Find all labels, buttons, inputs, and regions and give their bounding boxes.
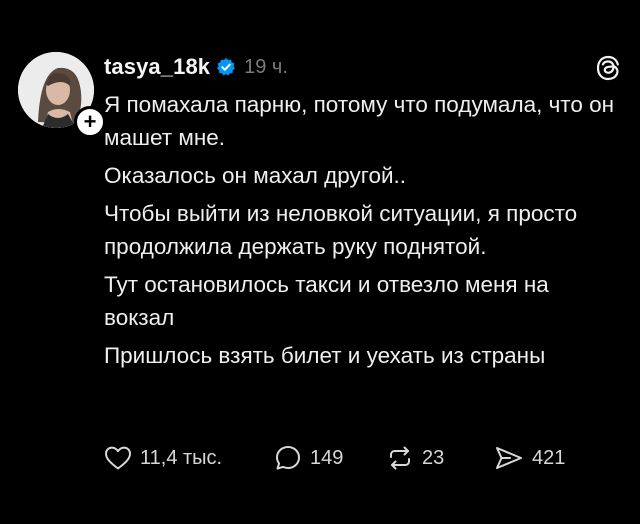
send-arrow-icon bbox=[496, 447, 522, 469]
repost-button[interactable]: 23 bbox=[386, 442, 444, 474]
share-count: 421 bbox=[532, 446, 566, 469]
post-text-paragraph: Я помахала парню, потому что подумала, ч… bbox=[104, 92, 615, 150]
post-timestamp: 19 ч. bbox=[244, 55, 288, 78]
like-count: 11,4 тыс. bbox=[140, 446, 223, 469]
reply-count: 149 bbox=[310, 446, 344, 469]
post-header: tasya_18k 19 ч. bbox=[104, 52, 288, 82]
post-text-paragraph: Чтобы выйти из неловкой ситуации, я прос… bbox=[104, 201, 578, 259]
post-body: Я помахала парню, потому что подумала, ч… bbox=[104, 88, 624, 377]
plus-icon[interactable]: + bbox=[74, 106, 106, 138]
comment-bubble-icon bbox=[276, 446, 300, 470]
share-button[interactable]: 421 bbox=[494, 442, 565, 474]
author-username[interactable]: tasya_18k bbox=[104, 54, 210, 80]
post-actions: 11,4 тыс. 149 23 421 bbox=[104, 442, 624, 474]
heart-icon bbox=[105, 446, 131, 470]
verified-badge-icon bbox=[216, 57, 236, 77]
repost-count: 23 bbox=[422, 446, 445, 469]
post-text-paragraph: Пришлось взять билет и уехать из страны bbox=[104, 343, 546, 368]
threads-logo-icon bbox=[594, 54, 622, 82]
thread-post: + tasya_18k 19 ч. Я помахала парню, пото… bbox=[0, 0, 640, 524]
post-text-paragraph: Оказалось он махал другой.. bbox=[104, 163, 407, 188]
reply-button[interactable]: 149 bbox=[274, 442, 343, 474]
repost-arrows-icon bbox=[390, 446, 410, 470]
post-text-paragraph: Тут остановилось такси и отвезло меня на… bbox=[104, 272, 549, 330]
like-button[interactable]: 11,4 тыс. bbox=[104, 442, 222, 474]
author-avatar-container[interactable]: + bbox=[18, 52, 106, 138]
